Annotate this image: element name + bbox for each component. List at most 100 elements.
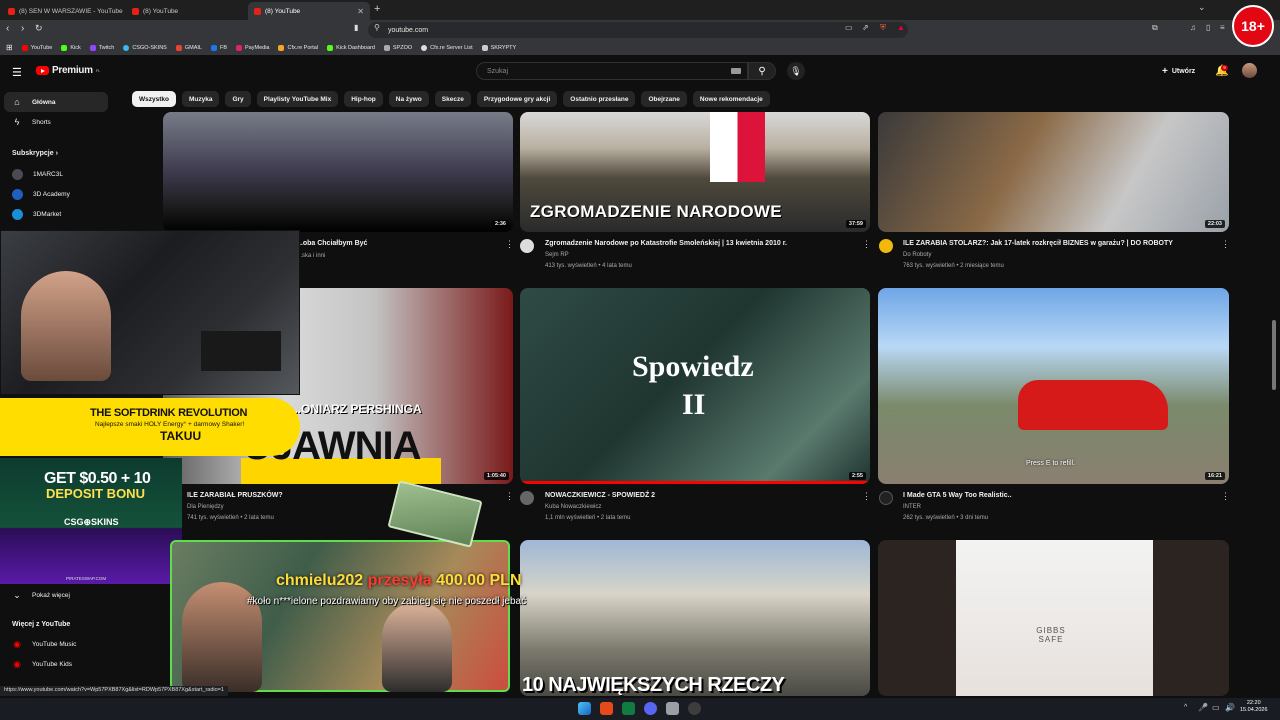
chip-skecze[interactable]: Skecze [434, 91, 471, 107]
video-channel[interactable]: ...ska i inni [297, 253, 325, 259]
chip-playlisty[interactable]: Playlisty YouTube Mix [256, 91, 339, 107]
sidebar-toggle-icon[interactable]: ▯ [1206, 23, 1210, 32]
subscriptions-heading[interactable]: Subskrypcje › [12, 150, 58, 157]
channel-avatar[interactable] [879, 239, 893, 253]
video-channel[interactable]: Dla Pieniędzy [187, 504, 224, 510]
more-actions-icon[interactable]: ⋮ [505, 491, 514, 502]
volume-icon[interactable]: 🔊 [1225, 703, 1235, 712]
video-channel[interactable]: Sejm RP [545, 252, 569, 258]
menu-icon[interactable]: ≡ [1220, 23, 1225, 32]
video-title[interactable]: ILE ZARABIAŁ PRUSZKÓW? [187, 492, 283, 499]
video-title[interactable]: Zgromadzenie Narodowe po Katastrofie Smo… [545, 240, 787, 247]
video-channel[interactable]: Kuba Nowaczkiewicz [545, 504, 601, 510]
more-actions-icon[interactable]: ⋮ [1221, 491, 1230, 502]
reload-icon[interactable]: ↻ [35, 23, 43, 34]
search-input[interactable]: Szukaj [476, 62, 748, 80]
more-actions-icon[interactable]: ⋮ [862, 239, 871, 250]
chip-przygodowe[interactable]: Przygodowe gry akcji [476, 91, 558, 107]
extensions-icon[interactable]: ⧉ [1152, 23, 1158, 33]
bookmark-fb[interactable]: FB [210, 44, 227, 51]
media-icon[interactable]: ♫ [1190, 23, 1196, 32]
browser-tab[interactable]: (8) YouTube [126, 2, 246, 20]
browser-tab[interactable]: (8) SEN W WARSZAWIE - YouTube [2, 2, 124, 20]
sidebar-sub-item[interactable]: 3D Academy [4, 184, 108, 204]
sidebar-show-more[interactable]: ⌄ Pokaż więcej [4, 585, 108, 605]
new-tab-button[interactable]: + [374, 3, 380, 15]
bookmark-kick[interactable]: Kick [61, 44, 81, 51]
microphone-tray-icon[interactable]: 🎤 [1198, 703, 1208, 712]
start-menu-icon[interactable] [578, 702, 591, 715]
excel-icon[interactable] [622, 702, 635, 715]
video-channel[interactable]: Do Roboty [903, 252, 931, 258]
obs-icon[interactable] [688, 702, 701, 715]
bookmark-cfx-server-list[interactable]: Cfx.re Server List [421, 44, 473, 51]
share-icon[interactable]: ⇗ [862, 23, 869, 32]
video-title[interactable]: ...oba Chciałbym Być [297, 240, 367, 247]
chip-gry[interactable]: Gry [225, 91, 251, 107]
bookmark-youtube[interactable]: YouTube [21, 44, 52, 51]
cast-icon[interactable]: ▭ [845, 23, 853, 32]
bookmark-kick-dashboard[interactable]: Kick Dashboard [327, 44, 375, 51]
sidebar-item-home[interactable]: ⌂ Główna [4, 92, 108, 112]
video-thumbnail[interactable]: ZGROMADZENIE NARODOWE 37:59 [520, 112, 870, 232]
search-button[interactable]: ⚲ [748, 62, 776, 80]
bookmark-icon[interactable]: ▮ [354, 23, 358, 32]
account-avatar[interactable] [1242, 63, 1257, 78]
site-info-icon[interactable]: ⚲ [374, 23, 380, 32]
chip-hip-hop[interactable]: Hip-hop [344, 91, 383, 107]
chip-ostatnio[interactable]: Ostatnio przesłane [563, 91, 636, 107]
chip-na-zywo[interactable]: Na żywo [388, 91, 429, 107]
apps-icon[interactable]: ⊞ [6, 43, 13, 52]
bookmark-spzoo[interactable]: SPZOO [383, 44, 412, 51]
channel-avatar[interactable] [520, 491, 534, 505]
video-thumbnail[interactable]: Spowiedz II 2:55 [520, 288, 870, 484]
video-thumbnail[interactable]: 10 NAJWIĘKSZYCH RZECZY [520, 540, 870, 696]
bookmark-skrypty[interactable]: SKRYPTY [481, 44, 516, 51]
more-actions-icon[interactable]: ⋮ [862, 491, 871, 502]
video-title[interactable]: I Made GTA 5 Way Too Realistic.. [903, 492, 1012, 499]
video-thumbnail[interactable]: Press E to refill. 16:21 [878, 288, 1229, 484]
channel-avatar[interactable] [879, 491, 893, 505]
network-icon[interactable]: ▭ [1212, 703, 1220, 712]
taskbar-clock[interactable]: 22:20 15.04.2026 [1240, 700, 1268, 714]
brave-shield-icon[interactable]: ⛨ [880, 23, 886, 33]
brave-browser-icon[interactable] [600, 702, 613, 715]
more-actions-icon[interactable]: ⋮ [1221, 239, 1230, 250]
forward-icon[interactable]: › [21, 23, 24, 34]
page-scrollbar-thumb[interactable] [1272, 320, 1276, 390]
browser-tab-active[interactable]: (8) YouTube ✕ [248, 2, 370, 20]
video-thumbnail[interactable]: 2:36 [163, 112, 513, 232]
bookmark-gmail[interactable]: GMAIL [175, 44, 202, 51]
sidebar-item-youtube-music[interactable]: ◉ YouTube Music [4, 634, 108, 654]
channel-avatar[interactable] [520, 239, 534, 253]
guide-menu-icon[interactable]: ☰ [12, 66, 22, 79]
sidebar-item-youtube-kids[interactable]: ◉ YouTube Kids [4, 654, 108, 674]
system-tray-chevron-icon[interactable]: ^ [1184, 704, 1187, 711]
youtube-logo[interactable]: Premium PL [36, 65, 100, 76]
voice-search-button[interactable]: 🎙 [787, 62, 805, 80]
video-thumbnail[interactable]: GIBBS SAFE [878, 540, 1229, 696]
bookmark-cfx-portal[interactable]: Cfx.re Portal [278, 44, 318, 51]
bookmark-csgo-skins[interactable]: CSGO-SKINS [123, 44, 167, 51]
file-explorer-icon[interactable] [666, 702, 679, 715]
back-icon[interactable]: ‹ [6, 23, 9, 34]
video-channel[interactable]: INTER [903, 504, 921, 510]
create-button[interactable]: + Utwórz [1162, 66, 1195, 77]
chip-muzyka[interactable]: Muzyka [181, 91, 220, 107]
video-thumbnail[interactable]: 22:03 [878, 112, 1229, 232]
chip-wszystko[interactable]: Wszystko [132, 91, 176, 107]
address-bar[interactable]: youtube.com [368, 22, 908, 38]
bookmark-paymedia[interactable]: PayMedia [236, 44, 269, 51]
sidebar-item-shorts[interactable]: ϟ Shorts [4, 112, 108, 132]
keyboard-icon[interactable] [731, 68, 741, 74]
close-tab-icon[interactable]: ✕ [357, 7, 364, 16]
video-title[interactable]: NOWACZKIEWICZ - SPOWIEDŹ 2 [545, 492, 655, 499]
bookmark-twitch[interactable]: Twitch [89, 44, 114, 51]
discord-icon[interactable] [644, 702, 657, 715]
video-title[interactable]: ILE ZARABIA STOLARZ?: Jak 17-latek rozkr… [903, 240, 1173, 247]
chip-nowe-rekomendacje[interactable]: Nowe rekomendacje [692, 91, 770, 107]
more-actions-icon[interactable]: ⋮ [505, 239, 514, 250]
sidebar-sub-item[interactable]: 3DMarket [4, 204, 108, 224]
rewards-icon[interactable]: ▲ [897, 23, 905, 32]
chip-obejrzane[interactable]: Obejrzane [641, 91, 687, 107]
